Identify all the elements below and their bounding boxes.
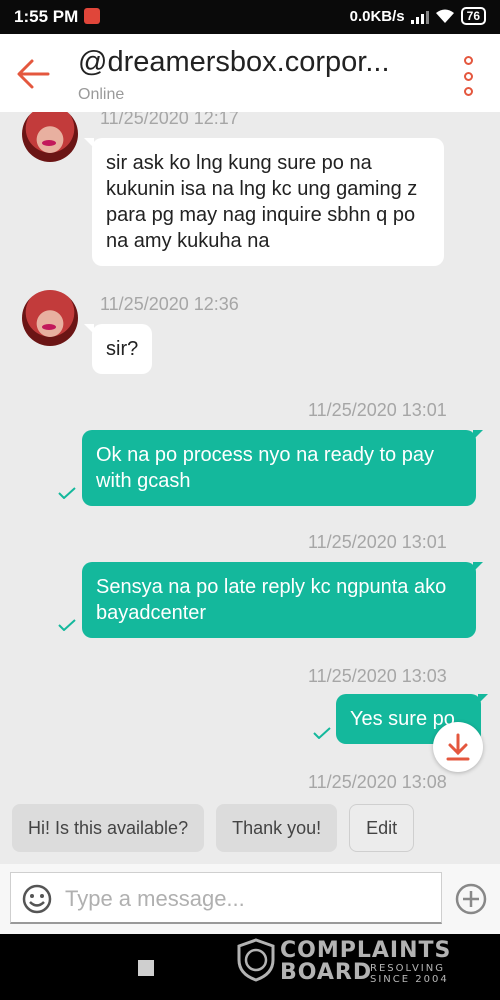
avatar[interactable]: [22, 290, 78, 346]
message-timestamp: 11/25/2020 13:08: [308, 772, 447, 792]
battery-icon: 76: [460, 7, 486, 25]
message-timestamp: 11/25/2020 13:01: [308, 400, 447, 420]
read-check-icon: [58, 487, 76, 499]
message-timestamp: 11/25/2020 12:36: [100, 294, 239, 314]
message-timestamp: 11/25/2020 13:03: [308, 666, 447, 686]
read-check-icon: [313, 727, 331, 739]
back-arrow-icon[interactable]: [14, 54, 54, 94]
quick-reply-available[interactable]: Hi! Is this available?: [12, 804, 205, 852]
more-vertical-icon[interactable]: [460, 56, 476, 96]
message-timestamp: 11/25/2020 13:01: [308, 532, 447, 552]
complaints-board-watermark: COMPLAINTS BOARD RESOLVING SINCE 2004: [236, 938, 496, 986]
wifi-icon: [435, 9, 454, 23]
outgoing-message[interactable]: Ok na po process nyo na ready to pay wit…: [82, 430, 483, 506]
chat-header: @dreamersbox.corpor... Online: [0, 34, 500, 112]
notification-icon: [84, 8, 100, 24]
watermark-tagline: RESOLVING SINCE 2004: [370, 963, 449, 985]
message-input-box[interactable]: [10, 872, 442, 924]
watermark-tagline-1: RESOLVING: [370, 963, 445, 974]
network-speed: 0.0KB/s: [349, 7, 405, 25]
download-arrow-icon: [446, 733, 470, 761]
watermark-line2: BOARD: [280, 960, 373, 985]
add-icon[interactable]: [454, 882, 488, 916]
online-status: Online: [78, 86, 125, 103]
chat-title: @dreamersbox.corpor...: [78, 46, 390, 78]
quick-replies: Hi! Is this available? Thank you! Edit: [12, 804, 415, 852]
watermark-tagline-2: SINCE 2004: [370, 974, 449, 985]
incoming-message[interactable]: sir?: [83, 324, 153, 374]
signal-icon: [410, 8, 429, 24]
outgoing-message[interactable]: Sensya na po late reply kc ngpunta ako b…: [82, 562, 483, 638]
edit-quick-replies-button[interactable]: Edit: [349, 804, 415, 852]
status-bar: 1:55 PM 0.0KB/s 76: [0, 0, 500, 34]
quick-reply-thanks[interactable]: Thank you!: [216, 804, 338, 852]
status-time: 1:55 PM: [14, 7, 79, 26]
message-input[interactable]: [65, 883, 425, 915]
message-composer: [0, 864, 500, 934]
incoming-message[interactable]: sir ask ko lng kung sure po na kukunin i…: [84, 138, 444, 266]
avatar[interactable]: [22, 112, 78, 162]
message-list[interactable]: 11/25/2020 12:17 sir ask ko lng kung sur…: [0, 112, 500, 800]
scroll-down-button[interactable]: [433, 722, 483, 772]
recent-apps-button[interactable]: [138, 960, 154, 976]
read-check-icon: [58, 619, 76, 631]
emoji-icon[interactable]: [21, 883, 53, 915]
message-timestamp: 11/25/2020 12:17: [100, 112, 239, 128]
status-indicators: 0.0KB/s 76: [350, 7, 486, 25]
shield-logo-icon: [237, 938, 275, 982]
